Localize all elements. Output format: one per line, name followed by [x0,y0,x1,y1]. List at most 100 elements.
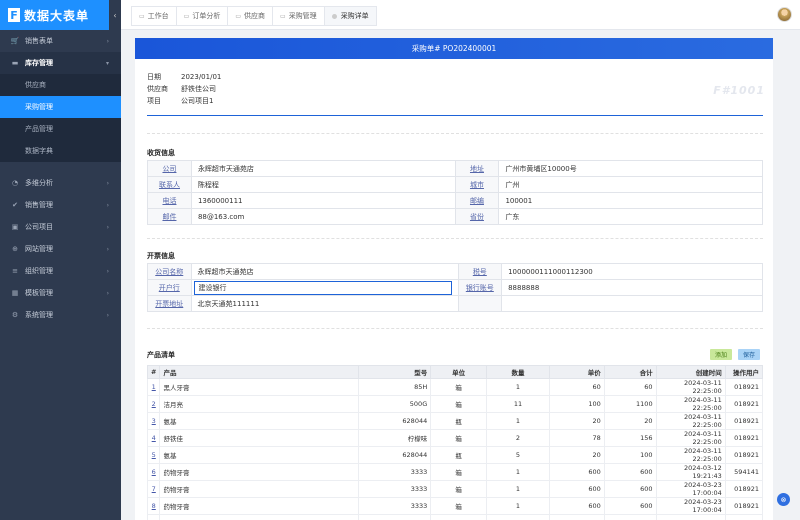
table-cell: 瓶 [430,412,487,430]
tab-page-icon: ▭ [139,12,145,20]
table-cell: 2024-03-11 22:25:00 [655,412,726,430]
scroll-top-icon[interactable]: ⊗ [777,493,790,506]
table-cell: 2024-03-12 19:21:43 [655,463,726,481]
submenu-item-1[interactable]: 采购管理 [0,96,121,118]
field-input[interactable]: 建设银行 [193,280,452,295]
submenu-item-3[interactable]: 数据字典 [0,140,121,162]
field-label[interactable]: 税号 [457,263,503,280]
table-cell: 舒铁佳 [159,514,360,520]
table-row[interactable]: 8 药物牙膏 3333 箱 1 600 600 2024-03-23 17:00:04 0189… [146,497,764,515]
table-row[interactable]: 4 舒铁佳 柠檬味箱 2 78 156 2024-03-11 22:25:00 018921 [146,429,764,447]
field-value[interactable]: 永辉超市天通苑店 [190,263,459,280]
table-cell: 箱 [430,378,487,396]
save-button[interactable]: 保存 [738,349,760,360]
field-label[interactable]: 公司名称 [147,263,192,280]
table-row[interactable]: 6 药物牙膏 3333 箱 1 600 600 2024-03-12 19:21:43 5941… [146,463,764,481]
tab-0[interactable]: ▭ 工作台 [131,6,176,26]
avatar[interactable] [777,7,792,22]
table-cell: 600 [548,463,605,481]
field-value[interactable]: 北京天通苑111111 [190,295,459,312]
chevron-down-icon: ▾ [105,59,109,67]
field-label[interactable]: 电话 [147,192,192,209]
field-value[interactable]: 1360000111 [190,192,456,209]
sidebar-item-0[interactable]: 🛒 销售表单 › [0,30,121,52]
table-row[interactable]: 1 黑人牙膏 85H 箱 1 60 60 2024-03-11 22:25:00 018921 [146,378,764,396]
row-index-link[interactable]: 8 [146,497,161,515]
products-section-title: 产品清单 [147,351,175,359]
table-cell: 药物牙膏 [159,463,360,481]
tab-3[interactable]: ▭ 采购管理 [272,6,324,26]
submenu-item-0[interactable]: 供应商 [0,74,121,96]
collapse-sidebar-icon[interactable]: ‹ [109,0,121,30]
field-label[interactable]: 联系人 [147,176,192,193]
row-index-link[interactable]: 1 [146,378,161,396]
chevron-right-icon: › [106,223,109,231]
field-label[interactable]: 城市 [454,176,500,193]
field-value[interactable]: 88@163.com [190,208,456,225]
sidebar-item-5[interactable]: ⊕ 网站管理 › [0,238,121,260]
table-row[interactable]: 2 洁月亮 500G 箱 11 100 1100 2024-03-11 22:25:00 018… [146,395,764,413]
field-value[interactable]: 广东 [498,208,763,225]
meta-label: 供应商 [147,85,168,93]
row-index-link[interactable]: 5 [146,446,161,464]
row-index-link[interactable]: 4 [146,429,161,447]
field-label[interactable]: 开户行 [147,279,192,296]
sidebar-item-3[interactable]: ✔ 销售管理 › [0,194,121,216]
table-cell: 100 [603,446,657,464]
field-value[interactable]: 建设银行 [190,279,459,296]
field-label[interactable]: 邮件 [147,208,192,225]
row-index-link[interactable]: 6 [146,463,161,481]
field-label[interactable]: 地址 [454,160,500,177]
field-value[interactable]: 永辉超市天通苑店 [190,160,456,177]
field-value[interactable]: 8888888 [501,279,763,296]
tab-label: 供应商 [244,12,266,20]
tab-1[interactable]: ▭ 订单分析 [175,6,228,26]
table-row[interactable]: 5 氨基 628044 瓶 5 20 100 2024-03-11 22:25:00 01892… [146,446,764,464]
sidebar-item-4[interactable]: ▣ 公司项目 › [0,216,121,238]
row-index-link[interactable]: 3 [146,412,161,430]
sidebar-item-1[interactable]: ▬ 库存管理 ▾ [0,52,121,74]
sidebar-item-8[interactable]: ⚙ 系统管理 › [0,304,121,326]
table-cell: 氨基 [159,446,360,464]
field-value[interactable]: 100001 [498,192,763,209]
sidebar-item-7[interactable]: ▦ 模板管理 › [0,282,121,304]
tab-4[interactable]: 采购详单 [323,6,377,26]
menu-gap [0,162,121,172]
field-value[interactable]: 广州 [498,176,763,193]
field-label[interactable]: 银行账号 [457,279,503,296]
field-value[interactable]: 广州市黄埔区10000号 [498,160,763,177]
submenu-item-2[interactable]: 产品管理 [0,118,121,140]
add-product-button[interactable]: 添加 [710,349,732,360]
tab-2[interactable]: ▭ 供应商 [227,6,273,26]
order-meta: 日期 2023/01/01 供应商 舒铁佳公司 项目 公司项目1 [147,71,221,107]
table-row[interactable]: 3 氨基 628044 瓶 1 20 20 2024-03-11 22:25:00 018921 [146,412,764,430]
row-index-link[interactable]: 9 [146,514,161,520]
field-label[interactable]: 邮编 [454,192,500,209]
empty-cell [457,295,503,312]
table-row[interactable]: 7 药物牙膏 3333 箱 1 600 600 2024-03-23 17:00:04 0189… [146,480,764,498]
tab-page-icon: ▭ [235,12,242,20]
table-cell: 85H [358,378,432,396]
sidebar-item-label: 公司项目 [25,223,53,231]
table-cell: 018921 [724,395,764,413]
sidebar-item-6[interactable]: ≡ 组织管理 › [0,260,121,282]
table-cell [603,514,657,520]
divider [147,115,763,116]
table-row[interactable]: 9舒铁佳柠檬味箱 [146,514,764,520]
table-cell: 2024-03-11 22:25:00 [655,378,726,396]
tab-label: 工作台 [147,12,169,20]
field-label[interactable]: 开票地址 [147,295,192,312]
app-title: 数据大表单 [24,8,90,23]
table-cell: 018921 [724,429,764,447]
field-value[interactable]: 陈程程 [190,176,456,193]
column-header: # [146,365,161,379]
field-value[interactable]: 1000000111000112300 [501,263,763,280]
field-label[interactable]: 省份 [454,208,500,225]
row-index-link[interactable]: 7 [146,480,161,498]
row-index-link[interactable]: 2 [146,395,161,413]
gear-icon: ⚙ [11,311,19,319]
field-label[interactable]: 公司 [147,160,192,177]
shipping-table: 公司 永辉超市天通苑店 地址 广州市黄埔区10000号联系人 陈程程 城市 广州电话 1360… [147,160,763,225]
table-cell: 20 [548,446,605,464]
sidebar-item-2[interactable]: ◔ 多维分析 › [0,172,121,194]
